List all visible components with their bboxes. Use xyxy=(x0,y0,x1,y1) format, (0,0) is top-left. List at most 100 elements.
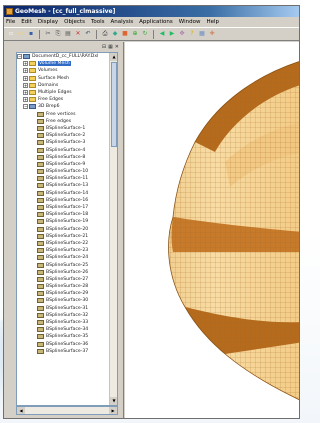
menu-item-display[interactable]: Display xyxy=(38,19,58,25)
axis-icon[interactable]: ✚ xyxy=(208,30,216,38)
delete-icon[interactable]: ✕ xyxy=(74,30,82,38)
tree-horizontal-scrollbar[interactable]: ◀ ▶ xyxy=(16,406,118,415)
menu-item-edit[interactable]: Edit xyxy=(21,19,32,25)
tree-item-surface[interactable]: BSplineSurface-33 xyxy=(17,319,109,326)
tree-item-surface[interactable]: BSplineSurface-18 xyxy=(17,211,109,218)
undo-icon[interactable]: ↶ xyxy=(84,30,92,38)
tree-item-surface[interactable]: BSplineSurface-19 xyxy=(17,218,109,225)
surface-icon xyxy=(37,140,44,146)
grid-icon[interactable]: ▦ xyxy=(198,30,206,38)
tree-item-surface[interactable]: BSplineSurface-16 xyxy=(17,197,109,204)
tree-item-surface[interactable]: BSplineSurface-22 xyxy=(17,240,109,247)
tree-item-folder[interactable]: + Volumes xyxy=(17,67,109,74)
tree-item-surface[interactable]: BSplineSurface-14 xyxy=(17,190,109,197)
tree-item-surface[interactable]: BSplineSurface-28 xyxy=(17,283,109,290)
scroll-left-icon[interactable]: ◀ xyxy=(17,407,25,414)
collapse-icon[interactable]: − xyxy=(17,54,22,60)
menu-item-objects[interactable]: Objects xyxy=(64,19,85,25)
tree-item-brep-child[interactable]: Free edges xyxy=(17,118,109,125)
tree-item-label: BSplineSurface-23 xyxy=(46,248,89,254)
tree-item-surface[interactable]: BSplineSurface-20 xyxy=(17,226,109,233)
3d-viewport[interactable] xyxy=(125,42,299,418)
tree-item-surface[interactable]: BSplineSurface-32 xyxy=(17,312,109,319)
expand-icon[interactable]: + xyxy=(23,82,28,88)
tree-vertical-scrollbar[interactable]: ▲ ▼ xyxy=(109,53,117,405)
pin-icon[interactable]: ⊟ xyxy=(102,44,106,50)
scroll-right-icon[interactable]: ▶ xyxy=(109,407,117,414)
next-icon[interactable]: ▶ xyxy=(168,30,176,38)
tree-root-label: DocumentD_cc_FULL\RAY.Dxl xyxy=(32,54,99,60)
tree-item-surface[interactable]: BSplineSurface-27 xyxy=(17,276,109,283)
grid-icon[interactable]: ▦ xyxy=(108,44,113,50)
menu-item-file[interactable]: File xyxy=(6,19,15,25)
tree-item-brep-child[interactable]: Free vertices xyxy=(17,111,109,118)
mesh-icon[interactable]: ◆ xyxy=(111,30,119,38)
tree-item-surface[interactable]: BSplineSurface-30 xyxy=(17,297,109,304)
menu-item-tools[interactable]: Tools xyxy=(91,19,105,25)
expand-icon[interactable]: + xyxy=(23,75,28,81)
tree-item-surface[interactable]: BSplineSurface-24 xyxy=(17,254,109,261)
print-icon[interactable]: ⎙ xyxy=(101,30,109,38)
collapse-icon[interactable]: − xyxy=(23,104,28,110)
tree-item-surface[interactable]: BSplineSurface-17 xyxy=(17,204,109,211)
tree-item-surface[interactable]: BSplineSurface-29 xyxy=(17,290,109,297)
cut-icon[interactable]: ✂ xyxy=(44,30,52,38)
tree-item-surface[interactable]: BSplineSurface-11 xyxy=(17,175,109,182)
menu-item-analysis[interactable]: Analysis xyxy=(111,19,134,25)
tree-item-label: BSplineSurface-10 xyxy=(46,169,89,175)
menu-item-applications[interactable]: Applications xyxy=(139,19,173,25)
tree-item-surface[interactable]: BSplineSurface-26 xyxy=(17,269,109,276)
tree-item-folder[interactable]: + Multiple Edges xyxy=(17,89,109,96)
pan-icon[interactable]: ✥ xyxy=(178,30,186,38)
tree-item-surface[interactable]: BSplineSurface-3 xyxy=(17,139,109,146)
tree-item-label: Free Edges xyxy=(38,97,64,103)
panel-close-icon[interactable]: ✕ xyxy=(115,44,119,50)
tree-item-surface[interactable]: BSplineSurface-36 xyxy=(17,341,109,348)
app-window: GeoMesh - [cc_full_clmassive] File Edit Di… xyxy=(3,5,300,419)
zoom-icon[interactable]: ⊕ xyxy=(131,30,139,38)
menu-item-window[interactable]: Window xyxy=(179,19,201,25)
title-bar[interactable]: GeoMesh - [cc_full_clmassive] xyxy=(4,6,299,17)
tree-item-folder[interactable]: + Volume Mesh xyxy=(17,60,109,67)
menu-item-help[interactable]: Help xyxy=(206,19,219,25)
tree-item-surface[interactable]: BSplineSurface-13 xyxy=(17,182,109,189)
tree-item-label: Free vertices xyxy=(46,111,76,117)
folder-icon xyxy=(29,82,36,88)
tree-item-surface[interactable]: BSplineSurface-23 xyxy=(17,247,109,254)
new-icon[interactable]: ▫ xyxy=(7,30,15,38)
copy-icon[interactable]: ⎘ xyxy=(54,30,62,38)
tree-item-surface[interactable]: BSplineSurface-31 xyxy=(17,305,109,312)
expand-icon[interactable]: + xyxy=(23,68,28,74)
paste-icon[interactable]: ▤ xyxy=(64,30,72,38)
expand-icon[interactable]: + xyxy=(23,97,28,103)
tree-item-surface[interactable]: BSplineSurface-10 xyxy=(17,168,109,175)
tree-item-surface[interactable]: BSplineSurface-35 xyxy=(17,333,109,340)
scroll-thumb[interactable] xyxy=(111,62,117,147)
expand-icon[interactable]: + xyxy=(23,61,28,67)
tree-item-surface[interactable]: BSplineSurface-37 xyxy=(17,348,109,355)
tree-item-folder[interactable]: + Surface Mesh xyxy=(17,75,109,82)
tree-item-surface[interactable]: BSplineSurface-8 xyxy=(17,154,109,161)
tree-brep[interactable]: − 3D Brep6 xyxy=(17,103,109,110)
tree-item-folder[interactable]: + Free Edges xyxy=(17,96,109,103)
save-icon[interactable]: ▪ xyxy=(27,30,35,38)
tree-item-surface[interactable]: BSplineSurface-2 xyxy=(17,132,109,139)
scroll-up-icon[interactable]: ▲ xyxy=(110,53,117,61)
tree-item-surface[interactable]: BSplineSurface-9 xyxy=(17,161,109,168)
scroll-down-icon[interactable]: ▼ xyxy=(110,397,117,405)
prev-icon[interactable]: ◀ xyxy=(158,30,166,38)
help-icon[interactable]: ? xyxy=(188,30,196,38)
tree-item-surface[interactable]: BSplineSurface-25 xyxy=(17,261,109,268)
tree-root[interactable]: − DocumentD_cc_FULL\RAY.Dxl xyxy=(17,53,109,60)
tree-item-surface[interactable]: BSplineSurface-1 xyxy=(17,125,109,132)
expand-icon[interactable]: + xyxy=(23,90,28,96)
surface-icon xyxy=(37,312,44,318)
render-icon[interactable]: ■ xyxy=(121,30,129,38)
client-area: ⊟ ▦ ✕ − DocumentD_cc_FULL\RAY.Dxl + Volum… xyxy=(4,42,299,418)
tree-item-surface[interactable]: BSplineSurface-34 xyxy=(17,326,109,333)
tree-item-surface[interactable]: BSplineSurface-21 xyxy=(17,233,109,240)
tree-item-folder[interactable]: + Domains xyxy=(17,82,109,89)
open-icon[interactable]: ▭ xyxy=(17,30,25,38)
tree-item-surface[interactable]: BSplineSurface-4 xyxy=(17,146,109,153)
rotate-icon[interactable]: ↻ xyxy=(141,30,149,38)
